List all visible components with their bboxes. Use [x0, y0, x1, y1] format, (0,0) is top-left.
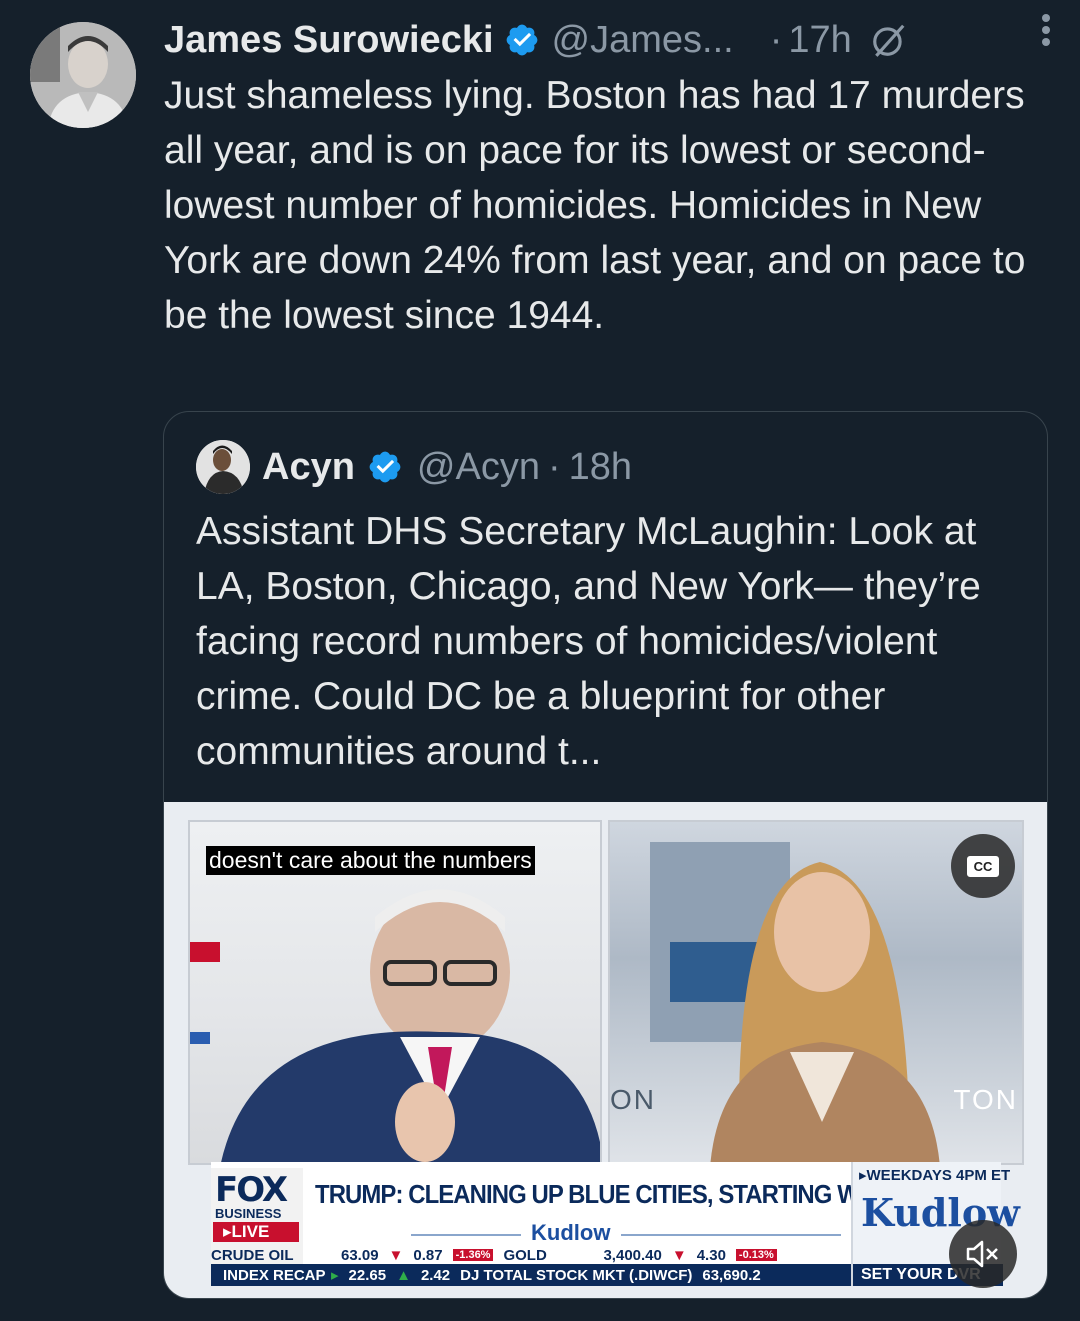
studio-wall-text-left: ON	[610, 1084, 656, 1115]
market-label: CRUDE OIL	[211, 1246, 294, 1264]
market-value: 63,690.2	[702, 1266, 761, 1284]
post-time[interactable]: 17h	[788, 19, 851, 62]
muted-speaker-icon	[966, 1240, 998, 1268]
market-label: GOLD	[503, 1246, 547, 1264]
network-subname: BUSINESS	[215, 1206, 282, 1221]
market-label: DJ TOTAL STOCK MKT (.DIWCF)	[460, 1266, 693, 1284]
studio-wall-text-right: TON	[953, 1084, 1018, 1115]
market-value: 3,400.40	[603, 1246, 662, 1264]
verified-badge-icon	[506, 24, 537, 56]
ticker-headline: TRUMP: CLEANING UP BLUE CITIES, STARTING…	[315, 1179, 934, 1209]
up-arrow-icon: ▲	[396, 1266, 411, 1284]
quoted-post[interactable]: Acyn @Acyn · 18h Assistant DHS Secretary…	[163, 411, 1048, 1299]
separator-dot: ·	[769, 18, 783, 61]
author-name[interactable]: James Surowiecki	[164, 19, 494, 62]
down-arrow-icon: ▼	[671, 1246, 687, 1264]
show-time: ▸WEEKDAYS 4PM ET	[859, 1167, 1011, 1184]
post-header: James Surowiecki @James... · 17h	[164, 14, 1060, 66]
market-change: 2.42	[420, 1266, 451, 1284]
more-options-icon[interactable]	[1040, 12, 1052, 48]
verified-badge-icon	[369, 451, 401, 483]
market-row-1: CRUDE OIL 63.09 ▼ 0.87 -1.36% GOLD 3,400…	[211, 1246, 851, 1264]
market-percent: -0.13%	[735, 1249, 777, 1261]
divider	[621, 1234, 841, 1236]
divider	[411, 1234, 521, 1236]
closed-captions-button[interactable]: CC	[951, 834, 1015, 898]
market-change: 4.30	[696, 1246, 726, 1264]
live-badge: ▸LIVE	[213, 1222, 299, 1242]
market-row-2: INDEX RECAP ▸ 22.65 ▲ 2.42 DJ TOTAL STOC…	[211, 1264, 851, 1286]
quoted-post-text: Assistant DHS Secretary McLaughin: Look …	[196, 510, 981, 773]
cc-icon: CC	[966, 855, 1000, 877]
author-avatar[interactable]	[30, 22, 136, 128]
market-change: 0.87	[413, 1246, 443, 1264]
separator-dot: ·	[547, 445, 561, 488]
tweet: James Surowiecki @James... · 17h Just sh…	[0, 0, 1080, 1321]
grok-icon[interactable]	[870, 21, 908, 59]
video-player[interactable]: ON TON doesn't care about the numbers CC…	[164, 802, 1047, 1298]
quoted-author-name[interactable]: Acyn	[262, 446, 355, 489]
quoted-author-avatar	[196, 440, 250, 494]
author-handle[interactable]: @James...	[552, 19, 734, 62]
network-name: FOX	[215, 1170, 288, 1210]
market-percent: -1.36%	[452, 1249, 494, 1261]
market-label: INDEX RECAP	[223, 1266, 326, 1284]
market-value: 22.65	[348, 1266, 387, 1284]
play-arrow-icon: ▸	[331, 1267, 339, 1284]
quoted-post-header: Acyn @Acyn · 18h	[196, 440, 632, 494]
quoted-post-time[interactable]: 18h	[569, 446, 632, 489]
quoted-author-handle[interactable]: @Acyn	[417, 446, 540, 489]
market-value: 63.09	[341, 1246, 379, 1264]
post-text: Just shameless lying. Boston has had 17 …	[164, 74, 1026, 337]
down-arrow-icon: ▼	[388, 1246, 404, 1264]
video-caption: doesn't care about the numbers	[206, 846, 535, 875]
news-ticker: FOX BUSINESS ▸LIVE TRUMP: CLEANING UP BL…	[211, 1162, 1020, 1286]
mute-button[interactable]	[949, 1220, 1017, 1288]
show-name-mid: Kudlow	[531, 1220, 611, 1245]
